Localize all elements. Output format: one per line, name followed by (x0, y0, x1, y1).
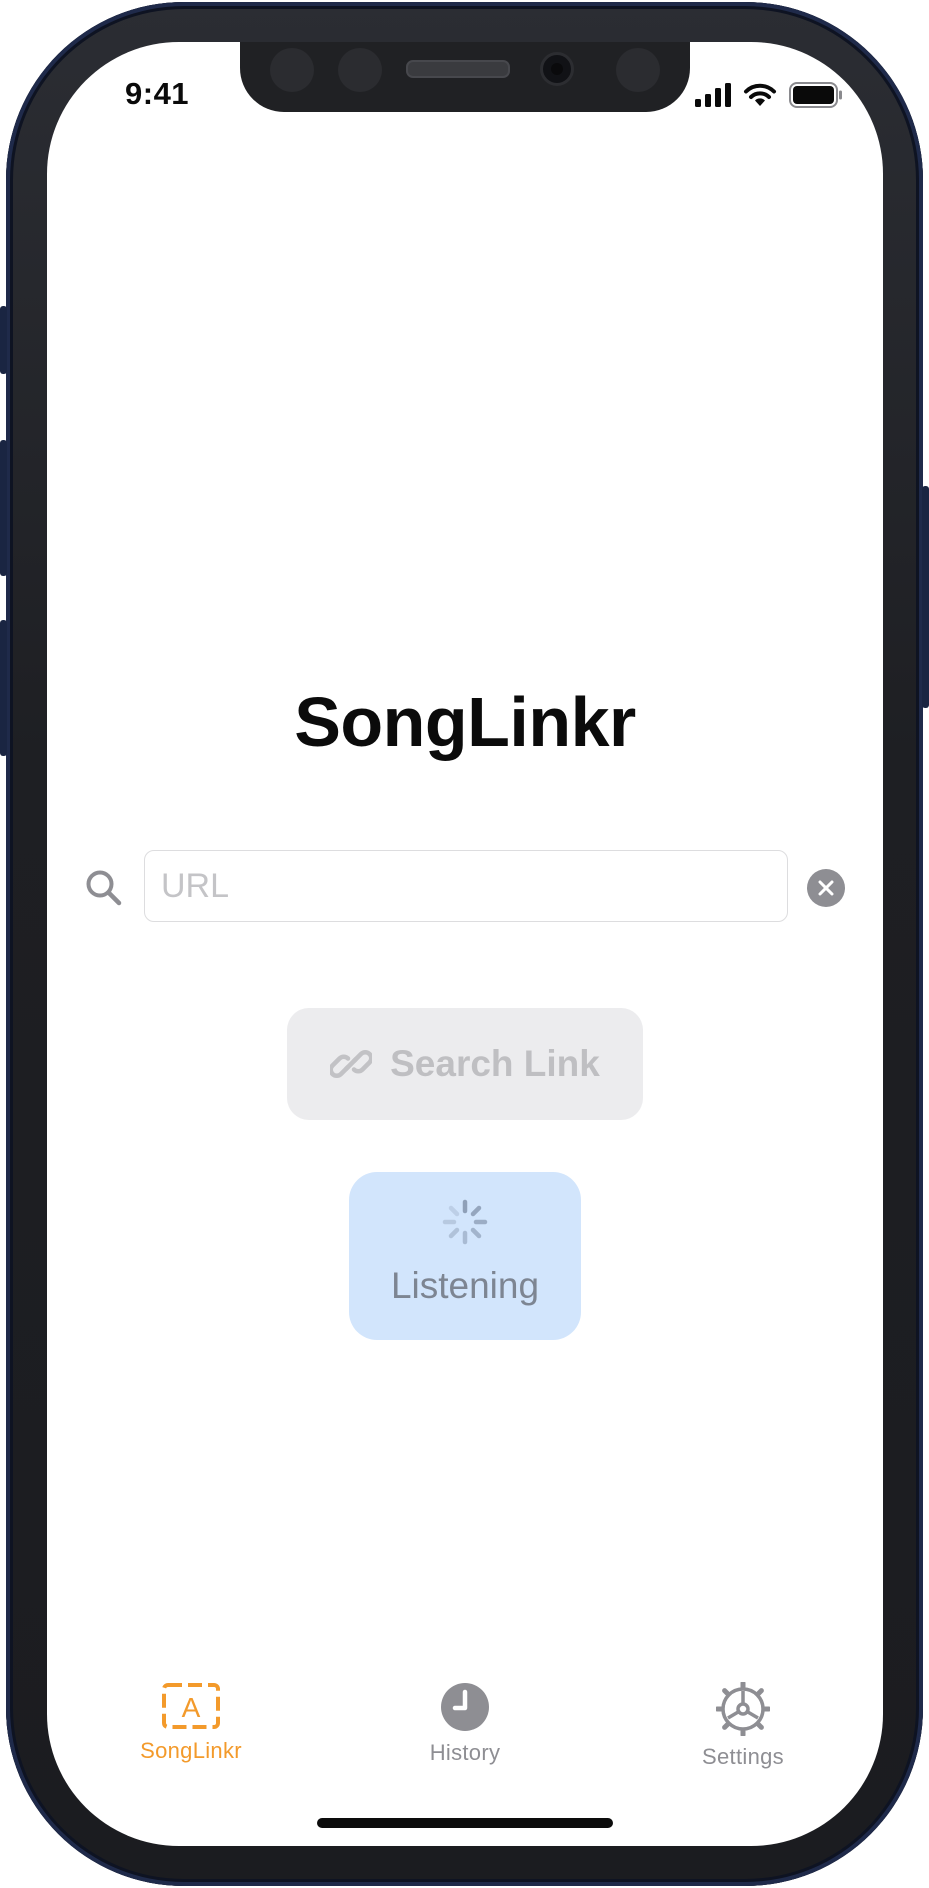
link-icon (330, 1050, 373, 1078)
tab-label: Settings (702, 1744, 784, 1769)
power-button (922, 486, 929, 708)
screen: 9:41 SongLinkr URL Search Link Listening… (47, 42, 883, 1846)
wifi-icon (744, 83, 776, 106)
volume-up-button (0, 440, 7, 576)
songlinkr-icon: A (162, 1683, 220, 1729)
sensor-dot (270, 48, 314, 92)
tab-settings[interactable]: Settings (653, 1682, 833, 1770)
front-camera (540, 52, 574, 86)
close-icon (818, 880, 834, 896)
notch (240, 42, 690, 112)
search-icon (86, 870, 122, 906)
gear-icon (716, 1682, 770, 1736)
status-time: 9:41 (125, 76, 190, 111)
listen-button[interactable]: Listening (349, 1172, 581, 1340)
home-indicator (317, 1818, 613, 1828)
status-icons (695, 82, 843, 108)
search-link-label: Search Link (390, 1043, 600, 1084)
page-title: SongLinkr (294, 683, 636, 761)
battery-icon (789, 82, 842, 108)
url-input[interactable] (144, 850, 788, 922)
sensor-dot (616, 48, 660, 92)
sensor-dot (338, 48, 382, 92)
clear-button[interactable] (807, 869, 845, 907)
tab-label: SongLinkr (140, 1738, 242, 1763)
tab-songlinkr[interactable]: A SongLinkr (101, 1682, 281, 1764)
silent-switch (0, 306, 7, 374)
volume-down-button (0, 620, 7, 756)
tab-label: History (429, 1740, 501, 1765)
tab-history[interactable]: History (375, 1682, 555, 1766)
svg-text:A: A (182, 1692, 201, 1723)
clock-icon (441, 1683, 489, 1731)
cellular-signal-icon (695, 83, 731, 107)
search-link-button[interactable]: Search Link (287, 1008, 643, 1120)
earpiece-speaker (406, 60, 510, 78)
listening-label: Listening (390, 1265, 540, 1306)
loading-spinner-icon (442, 1199, 488, 1245)
